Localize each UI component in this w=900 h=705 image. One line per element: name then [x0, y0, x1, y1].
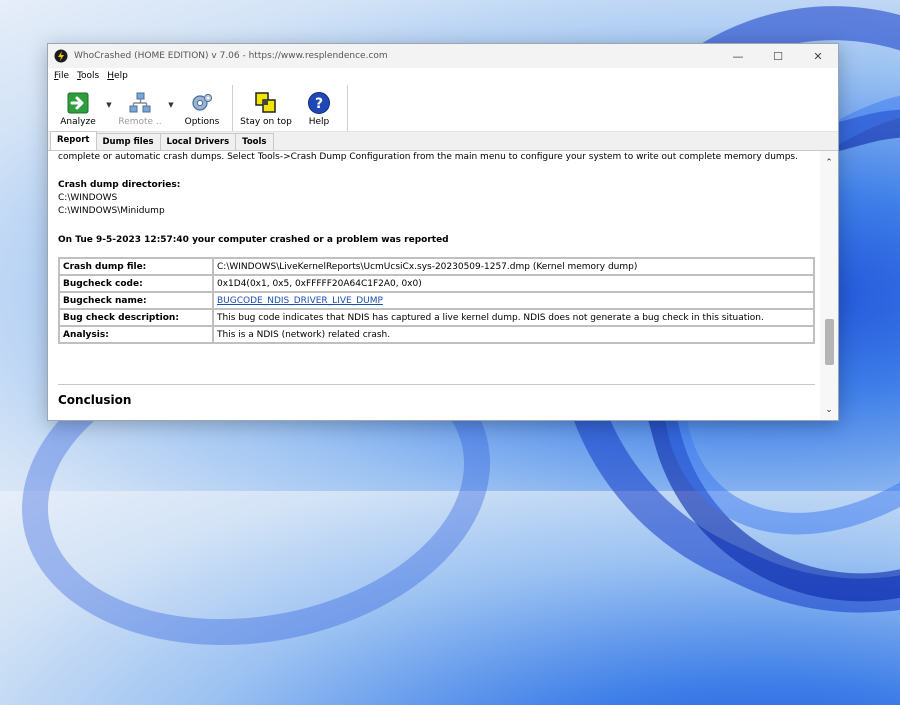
options-button[interactable]: Options [176, 87, 228, 131]
menu-file[interactable]: File [54, 71, 69, 81]
help-question-icon: ? [308, 92, 330, 114]
analyze-button[interactable]: Analyze [52, 87, 104, 131]
analyze-arrow-icon [67, 92, 89, 114]
table-row: Crash dump file: C:\WINDOWS\LiveKernelRe… [59, 258, 814, 275]
analysis-label: Analysis: [59, 326, 213, 343]
bugcheck-name-link[interactable]: BUGCODE_NDIS_DRIVER_LIVE_DUMP [217, 296, 383, 306]
help-button[interactable]: ? Help [295, 87, 343, 131]
remote-button[interactable]: Remote .. [114, 87, 166, 131]
menu-bar: File Tools Help [48, 68, 838, 83]
network-icon [129, 92, 151, 113]
whocrashed-window: WhoCrashed (HOME EDITION) v 7.06 - https… [47, 43, 839, 421]
bug-check-description-value: This bug code indicates that NDIS has ca… [213, 309, 814, 326]
tab-local-drivers[interactable]: Local Drivers [159, 133, 237, 150]
maximize-button[interactable]: ☐ [758, 44, 798, 68]
dump-dir: C:\WINDOWS\Minidump [58, 206, 165, 216]
crash-dump-file-value: C:\WINDOWS\LiveKernelReports\UcmUcsiCx.s… [213, 258, 814, 275]
crash-dump-file-label: Crash dump file: [59, 258, 213, 275]
analysis-value: This is a NDIS (network) related crash. [213, 326, 814, 343]
scrollbar-thumb[interactable] [825, 319, 834, 365]
menu-help[interactable]: Help [107, 71, 128, 81]
menu-tools[interactable]: Tools [77, 71, 99, 81]
tab-dump-files[interactable]: Dump files [95, 133, 161, 150]
window-title: WhoCrashed (HOME EDITION) v 7.06 - https… [74, 51, 388, 61]
dump-dir: C:\WINDOWS [58, 193, 118, 203]
crash-heading: On Tue 9-5-2023 12:57:40 your computer c… [58, 235, 449, 245]
table-row: Analysis: This is a NDIS (network) relat… [59, 326, 814, 343]
vertical-scrollbar[interactable]: ⌃ ⌄ [820, 151, 838, 420]
svg-text:?: ? [315, 96, 323, 112]
bugcheck-code-value: 0x1D4(0x1, 0x5, 0xFFFFF20A64C1F2A0, 0x0) [213, 275, 814, 292]
report-content[interactable]: complete or automatic crash dumps. Selec… [48, 151, 820, 420]
stacked-windows-icon [255, 92, 276, 113]
minimize-button[interactable]: — [718, 44, 758, 68]
tab-report[interactable]: Report [50, 131, 97, 150]
bug-check-description-label: Bug check description: [59, 309, 213, 326]
lightning-icon [54, 49, 68, 63]
crash-info-table: Crash dump file: C:\WINDOWS\LiveKernelRe… [58, 257, 815, 344]
section-divider [58, 384, 815, 385]
stay-on-top-button[interactable]: Stay on top [237, 87, 295, 131]
scroll-up-icon[interactable]: ⌃ [820, 155, 838, 171]
dump-dirs-heading: Crash dump directories: [58, 180, 181, 190]
remote-dropdown-icon[interactable]: ▼ [166, 87, 176, 131]
close-button[interactable]: ✕ [798, 44, 838, 68]
analyze-dropdown-icon[interactable]: ▼ [104, 87, 114, 131]
table-row: Bugcheck name: BUGCODE_NDIS_DRIVER_LIVE_… [59, 292, 814, 309]
scroll-down-icon[interactable]: ⌄ [820, 402, 838, 418]
bugcheck-name-label: Bugcheck name: [59, 292, 213, 309]
table-row: Bug check description: This bug code ind… [59, 309, 814, 326]
bugcheck-code-label: Bugcheck code: [59, 275, 213, 292]
tab-tools[interactable]: Tools [235, 133, 274, 150]
intro-paragraph: complete or automatic crash dumps. Selec… [58, 152, 798, 162]
toolbar: Analyze ▼ Remote .. ▼ Options Stay on to… [48, 83, 838, 132]
table-row: Bugcheck code: 0x1D4(0x1, 0x5, 0xFFFFF20… [59, 275, 814, 292]
title-bar[interactable]: WhoCrashed (HOME EDITION) v 7.06 - https… [48, 44, 838, 68]
conclusion-heading: Conclusion [58, 393, 132, 407]
tab-bar: Report Dump files Local Drivers Tools [48, 131, 838, 151]
gear-icon [192, 93, 213, 111]
